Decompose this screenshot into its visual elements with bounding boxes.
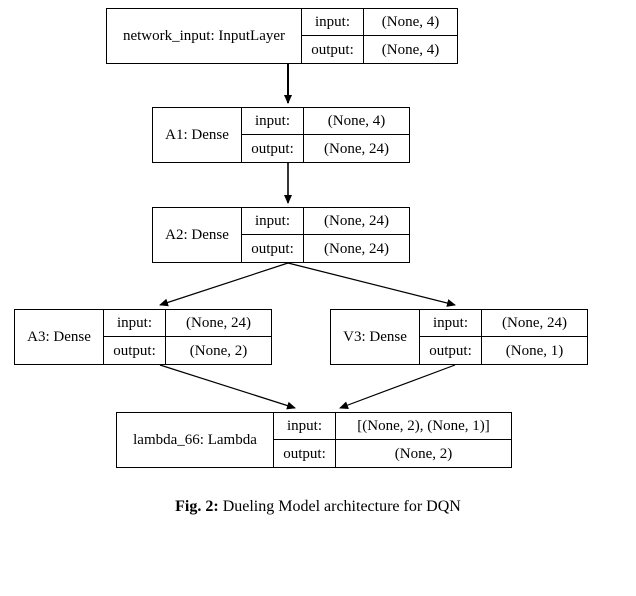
node-v3-dense: V3: Dense input: output: (None, 24) (Non… (330, 309, 588, 365)
node-name: A2: Dense (152, 207, 242, 263)
io-label-input: input: (302, 8, 364, 36)
io-label-output: output: (242, 135, 304, 163)
io-label-output: output: (274, 440, 336, 468)
node-lambda: lambda_66: Lambda input: output: [(None,… (116, 412, 512, 468)
shape-output: (None, 2) (166, 337, 272, 365)
diagram-canvas: network_input: InputLayer input: output:… (0, 0, 636, 596)
node-name: A1: Dense (152, 107, 242, 163)
node-a3-dense: A3: Dense input: output: (None, 24) (Non… (14, 309, 272, 365)
shape-input: [(None, 2), (None, 1)] (336, 412, 512, 440)
node-name: A3: Dense (14, 309, 104, 365)
shape-output: (None, 24) (304, 235, 410, 263)
node-a1-dense: A1: Dense input: output: (None, 4) (None… (152, 107, 410, 163)
node-name: network_input: InputLayer (106, 8, 302, 64)
node-name: lambda_66: Lambda (116, 412, 274, 468)
shape-output: (None, 1) (482, 337, 588, 365)
caption-label: Fig. 2: (175, 498, 219, 515)
io-label-output: output: (104, 337, 166, 365)
node-input-layer: network_input: InputLayer input: output:… (106, 8, 458, 64)
shape-input: (None, 24) (166, 309, 272, 337)
shape-output: (None, 2) (336, 440, 512, 468)
io-label-input: input: (242, 207, 304, 235)
node-a2-dense: A2: Dense input: output: (None, 24) (Non… (152, 207, 410, 263)
caption-text: Dueling Model architecture for DQN (219, 498, 461, 515)
io-label-output: output: (420, 337, 482, 365)
io-label-input: input: (274, 412, 336, 440)
figure-caption: Fig. 2: Dueling Model architecture for D… (0, 498, 636, 516)
io-label-output: output: (302, 36, 364, 64)
shape-input: (None, 24) (304, 207, 410, 235)
io-label-input: input: (242, 107, 304, 135)
io-label-input: input: (104, 309, 166, 337)
shape-input: (None, 24) (482, 309, 588, 337)
shape-input: (None, 4) (364, 8, 458, 36)
shape-input: (None, 4) (304, 107, 410, 135)
io-label-output: output: (242, 235, 304, 263)
node-name: V3: Dense (330, 309, 420, 365)
shape-output: (None, 24) (304, 135, 410, 163)
io-label-input: input: (420, 309, 482, 337)
shape-output: (None, 4) (364, 36, 458, 64)
